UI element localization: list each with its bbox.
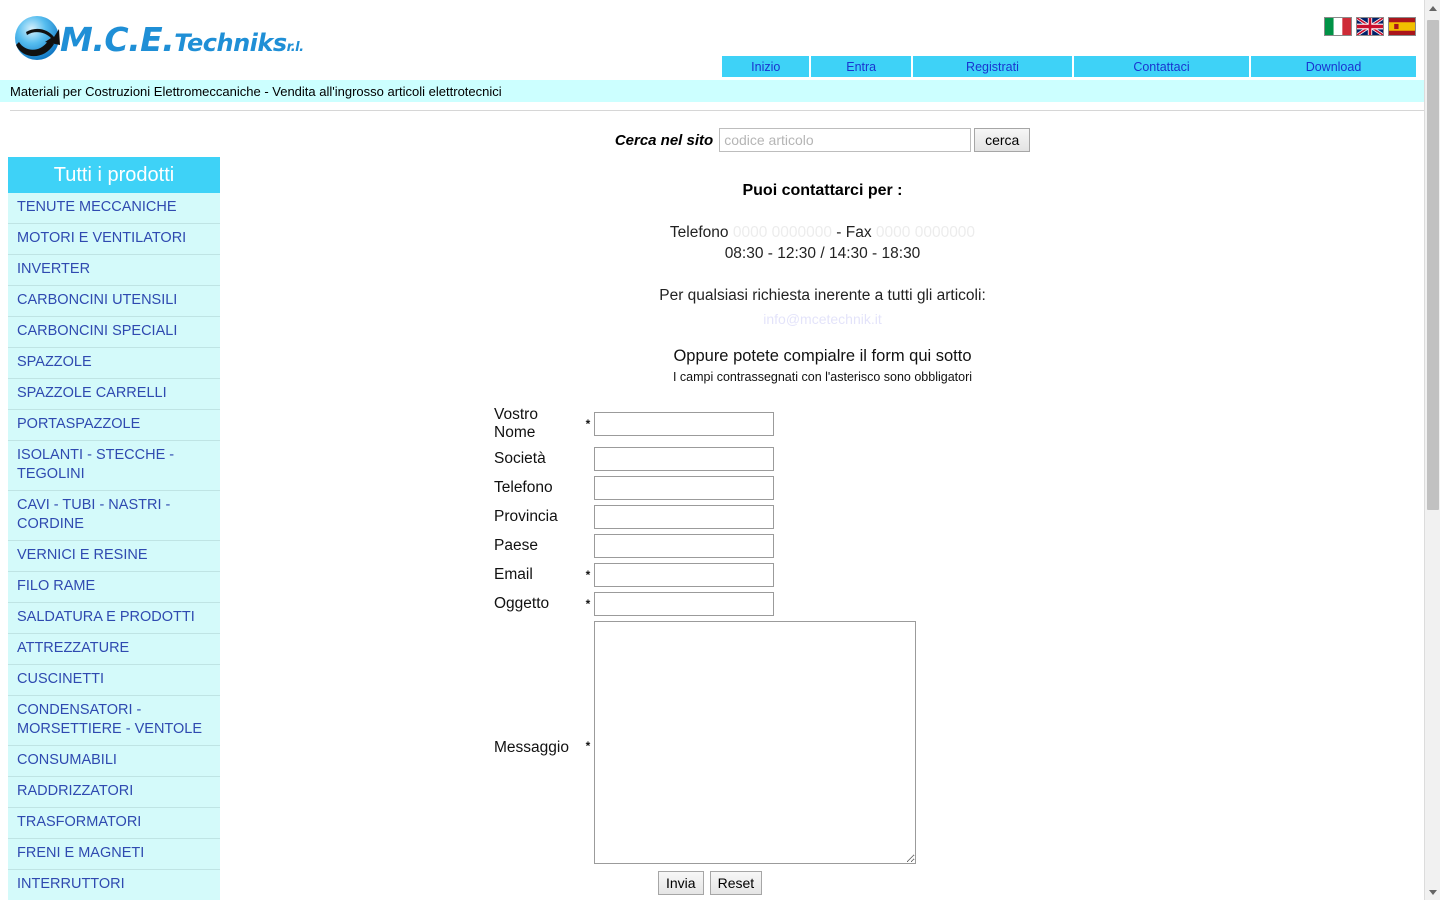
scrollbar-thumb[interactable] [1427,20,1439,510]
sidebar-item-consumabili[interactable]: CONSUMABILI [8,746,220,777]
reset-button[interactable]: Reset [709,871,763,895]
required-marker-messaggio: * [585,739,591,753]
sidebar-item-condensatori-morsettiere-ventole[interactable]: CONDENSATORI - MORSETTIERE - VENTOLE [8,696,220,746]
italian-flag-icon[interactable] [1324,17,1352,36]
form-row-telefono: Telefono [494,476,1415,500]
contact-form: Vostro Nome * Società Telefono Provincia [494,406,1415,895]
nav-item-registrati[interactable]: Registrati [912,56,1072,77]
sidebar-item-cuscinetti[interactable]: CUSCINETTI [8,665,220,696]
required-marker-email: * [585,568,591,582]
label-paese: Paese [494,537,538,554]
sidebar-item-filo-rame[interactable]: FILO RAME [8,572,220,603]
page-root: M.C.E.Techniksr.l. Inizio Entra Registra… [0,0,1440,900]
form-row-nome: Vostro Nome * [494,406,1415,442]
label-email: Email [494,566,533,583]
submit-button[interactable]: Invia [658,871,704,895]
label-provincia: Provincia [494,508,558,525]
nav-item-download[interactable]: Download [1250,56,1416,77]
sidebar-item-freni-e-magneti[interactable]: FRENI E MAGNETI [8,839,220,870]
label-societa: Società [494,450,546,467]
label-messaggio: Messaggio [494,739,569,756]
input-paese[interactable] [594,534,774,558]
sidebar-item-spazzole-carrelli[interactable]: SPAZZOLE CARRELLI [8,379,220,410]
logo-text-techniks: Techniks [174,28,287,57]
search-input[interactable] [719,128,972,152]
sidebar-item-vernici-e-resine[interactable]: VERNICI E RESINE [8,541,220,572]
form-row-societa: Società [494,447,1415,471]
input-provincia[interactable] [594,505,774,529]
nav-item-contattaci[interactable]: Contattaci [1073,56,1249,77]
form-row-provincia: Provincia [494,505,1415,529]
form-row-paese: Paese [494,534,1415,558]
sidebar-item-trasformatori[interactable]: TRASFORMATORI [8,808,220,839]
form-required-note: I campi contrassegnati con l'asterisco s… [672,370,973,384]
sidebar-item-interruttori[interactable]: INTERRUTTORI [8,870,220,900]
sidebar-header: Tutti i prodotti [8,157,220,193]
form-row-oggetto: Oggetto * [494,592,1415,616]
sidebar-item-tenute-meccaniche[interactable]: TENUTE MECCANICHE [8,193,220,224]
sidebar-item-portaspazzole[interactable]: PORTASPAZZOLE [8,410,220,441]
scroll-down-arrow-icon[interactable] [1425,884,1440,900]
label-telefono: Telefono [494,479,553,496]
scroll-up-arrow-icon[interactable] [1425,0,1440,16]
input-vostro-nome[interactable] [594,412,774,436]
uk-flag-icon[interactable] [1356,16,1384,37]
sidebar-item-isolanti-stecche-tegolini[interactable]: ISOLANTI - STECCHE - TEGOLINI [8,441,220,491]
site-logo[interactable]: M.C.E.Techniksr.l. [10,10,304,68]
required-marker-oggetto: * [585,597,591,611]
sidebar-item-saldatura-e-prodotti[interactable]: SALDATURA E PRODOTTI [8,603,220,634]
fax-number: 0000 0000000 [875,224,976,241]
label-oggetto: Oggetto [494,595,550,612]
sidebar-item-carboncini-speciali[interactable]: CARBONCINI SPECIALI [8,317,220,348]
logo-text-mce: M.C.E. [60,19,175,59]
phone-label: Telefono [669,224,729,241]
opening-hours: 08:30 - 12:30 / 14:30 - 18:30 [724,245,921,262]
nav-item-entra[interactable]: Entra [811,56,911,77]
input-messaggio[interactable] [594,621,916,864]
site-tagline: Materiali per Costruzioni Elettromeccani… [0,80,1440,102]
input-email[interactable] [594,563,774,587]
spanish-flag-icon[interactable] [1388,17,1416,36]
phone-number: 0000 0000000 [732,224,832,241]
search-button[interactable]: cerca [974,128,1031,152]
sidebar-item-spazzole[interactable]: SPAZZOLE [8,348,220,379]
sidebar-item-raddrizzatori[interactable]: RADDRIZZATORI [8,777,220,808]
page-scrollbar[interactable] [1424,0,1440,900]
contact-heading: Puoi contattarci per : [742,182,903,199]
main-navigation: Inizio Entra Registrati Contattaci Downl… [722,56,1416,77]
input-telefono[interactable] [594,476,774,500]
sidebar-item-cavi-tubi-nastri-cordine[interactable]: CAVI - TUBI - NASTRI - CORDINE [8,491,220,541]
site-search: Cerca nel sito cerca [230,128,1415,152]
sidebar-item-inverter[interactable]: INVERTER [8,255,220,286]
sidebar-item-attrezzature[interactable]: ATTREZZATURE [8,634,220,665]
logo-text-srl: r.l. [286,39,304,55]
input-oggetto[interactable] [594,592,774,616]
main-content: Cerca nel sito cerca Puoi contattarci pe… [230,111,1415,900]
site-header: M.C.E.Techniksr.l. Inizio Entra Registra… [0,0,1440,80]
nav-item-inizio[interactable]: Inizio [722,56,810,77]
search-label: Cerca nel sito [614,131,714,149]
form-intro-text: Oppure potete compialre il form qui sott… [673,347,972,365]
contact-request-text: Per qualsiasi richiesta inerente a tutti… [659,287,986,304]
logo-wordmark: M.C.E.Techniksr.l. [60,20,304,59]
label-vostro-nome: Vostro Nome [494,406,538,441]
language-flags [1324,16,1416,37]
contact-info: Puoi contattarci per : Telefono 0000 000… [230,182,1415,329]
fax-label: - Fax [836,224,872,241]
contact-email-link[interactable]: info@mcetechnik.it [230,311,1415,329]
input-societa[interactable] [594,447,774,471]
body-area: Tutti i prodotti TENUTE MECCANICHE MOTOR… [0,111,1440,900]
required-marker-nome: * [585,417,591,431]
contact-phone-line: Telefono 0000 0000000 - Fax 0000 0000000 [230,222,1415,243]
form-intro-block: Oppure potete compialre il form qui sott… [230,347,1415,384]
products-sidebar: Tutti i prodotti TENUTE MECCANICHE MOTOR… [8,157,220,900]
mce-globe-arrow-icon [10,11,66,67]
form-buttons: Invia Reset [658,871,1415,895]
form-row-email: Email * [494,563,1415,587]
sidebar-item-motori-e-ventilatori[interactable]: MOTORI E VENTILATORI [8,224,220,255]
sidebar-item-carboncini-utensili[interactable]: CARBONCINI UTENSILI [8,286,220,317]
form-row-messaggio: Messaggio * [494,621,1415,864]
